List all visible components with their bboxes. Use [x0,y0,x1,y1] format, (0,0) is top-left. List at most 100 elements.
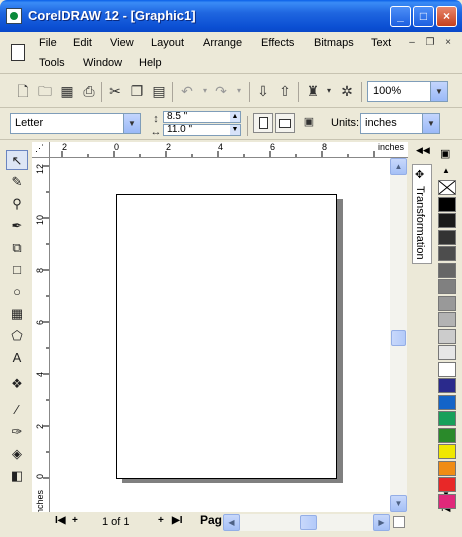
freehand-tool-icon[interactable]: ✒ [6,216,28,236]
zoom-tool-icon[interactable]: ⚲ [6,194,28,214]
previous-page-button[interactable]: + [72,515,78,526]
vertical-scroll-thumb[interactable] [391,330,406,346]
close-button[interactable]: × [436,6,457,27]
export-icon[interactable]: ⇧ [276,82,294,100]
menu-file[interactable]: File [39,37,57,49]
basic-shapes-tool-icon[interactable]: ⬠ [6,326,28,346]
color-swatch[interactable] [438,394,456,410]
text-tool-icon[interactable]: A [6,348,28,368]
no-fill-swatch[interactable] [438,180,456,195]
open-icon[interactable]: 🗀 [36,82,54,100]
page-height-input[interactable]: 11.0 " ▼ [163,124,241,136]
menu-effects[interactable]: Effects [261,37,294,49]
paste-icon[interactable]: ▤ [150,82,168,100]
ellipse-tool-icon[interactable]: ○ [6,282,28,302]
color-swatch[interactable] [438,312,456,327]
horizontal-scroll-thumb[interactable] [300,515,317,530]
color-swatch[interactable] [438,378,456,393]
vertical-scrollbar[interactable]: ▲ ▼ [390,158,407,512]
chevron-down-icon[interactable]: ▼ [123,114,140,133]
copy-icon[interactable]: ❐ [128,82,146,100]
color-swatch[interactable] [438,493,456,509]
color-swatch[interactable] [438,460,456,476]
menu-arrange[interactable]: Arrange [203,37,242,49]
menu-edit[interactable]: Edit [73,37,92,49]
shape-tool-icon[interactable]: ✎ [6,172,28,192]
color-swatch[interactable] [438,411,456,426]
document-icon[interactable] [11,44,25,61]
menu-layout[interactable]: Layout [151,37,184,49]
new-icon[interactable]: 🗋 [14,82,32,100]
mdi-minimize-button[interactable]: – [405,37,419,49]
redo-icon[interactable]: ↷ [212,82,230,100]
palette-menu-icon[interactable]: ▣ [440,147,450,160]
print-icon[interactable]: ⎙ [80,82,98,100]
color-swatch[interactable] [438,279,456,294]
color-swatch[interactable] [438,196,456,212]
first-page-button[interactable]: I◀ [55,515,65,526]
interactive-fill-tool-icon[interactable]: ◧ [6,466,28,486]
color-swatch[interactable] [438,262,456,278]
page-width-input[interactable]: 8.5 " ▲ [163,111,241,123]
landscape-orientation-button[interactable] [275,113,295,133]
color-swatch[interactable] [438,444,456,459]
portrait-orientation-button[interactable] [253,113,273,133]
interactive-blend-tool-icon[interactable]: ❖ [6,374,28,394]
scroll-left-icon[interactable]: ◀ [223,514,240,531]
horizontal-scrollbar[interactable]: ◀ ▶ [223,514,390,531]
docker-collapse-icon[interactable]: ◀◀ [416,145,430,156]
next-page-button[interactable]: + [158,515,164,526]
horizontal-ruler[interactable]: 2 0 2 4 6 8 inches [50,142,408,158]
graph-paper-tool-icon[interactable]: ▦ [6,304,28,324]
color-swatch[interactable] [438,477,456,492]
minimize-button[interactable]: _ [390,6,411,27]
eyedropper-tool-icon[interactable]: ⁄ [6,400,28,420]
outline-tool-icon[interactable]: ✑ [6,422,28,442]
undo-icon[interactable]: ↶ [178,82,196,100]
save-icon[interactable]: ▦ [58,82,76,100]
chevron-down-icon[interactable]: ▼ [422,114,439,133]
navigator-button[interactable] [393,516,405,528]
rectangle-tool-icon[interactable]: □ [6,260,28,280]
color-swatch[interactable] [438,345,456,360]
ruler-origin[interactable]: ⋰ [32,142,50,158]
menu-bitmaps[interactable]: Bitmaps [314,37,354,49]
drawing-page[interactable] [116,194,337,479]
smart-fill-tool-icon[interactable]: ⧉ [6,238,28,258]
pick-tool-icon[interactable]: ↖ [6,150,28,170]
vertical-ruler[interactable]: 12 10 8 6 4 2 0 inches [32,158,50,512]
color-swatch[interactable] [438,328,456,344]
scroll-right-icon[interactable]: ▶ [373,514,390,531]
spin-down-icon[interactable]: ▼ [230,125,240,135]
mdi-close-button[interactable]: × [441,37,455,49]
color-swatch[interactable] [438,246,456,261]
chevron-down-icon[interactable]: ▼ [430,82,447,101]
import-icon[interactable]: ⇩ [254,82,272,100]
fill-tool-icon[interactable]: ◈ [6,444,28,464]
page-tab[interactable]: Pag [200,513,222,527]
paper-type-select[interactable]: Letter ▼ [10,113,141,134]
menu-window[interactable]: Window [83,57,122,69]
scroll-up-icon[interactable]: ▲ [390,158,407,175]
menu-tools[interactable]: Tools [39,57,65,69]
units-select[interactable]: inches ▼ [360,113,440,134]
menu-help[interactable]: Help [139,57,162,69]
color-swatch[interactable] [438,229,456,245]
menu-view[interactable]: View [110,37,134,49]
menu-text[interactable]: Text [371,37,391,49]
redo-dropdown-icon[interactable]: ▾ [230,82,248,100]
color-swatch[interactable] [438,295,456,311]
color-swatch[interactable] [438,361,456,377]
cut-icon[interactable]: ✂ [106,82,124,100]
palette-scroll-up-icon[interactable]: ▲ [442,166,450,175]
all-pages-icon[interactable]: ▣ [300,113,318,131]
mdi-restore-button[interactable]: ❐ [423,37,437,49]
last-page-button[interactable]: ▶I [172,515,182,526]
coreldraw-app-icon[interactable] [6,8,22,24]
launcher-dropdown-icon[interactable]: ▾ [320,82,338,100]
color-swatch[interactable] [438,213,456,228]
maximize-button[interactable]: □ [413,6,434,27]
color-swatch[interactable] [438,427,456,443]
corel-online-icon[interactable]: ✲ [338,82,356,100]
zoom-level-select[interactable]: 100% ▼ [367,81,448,102]
